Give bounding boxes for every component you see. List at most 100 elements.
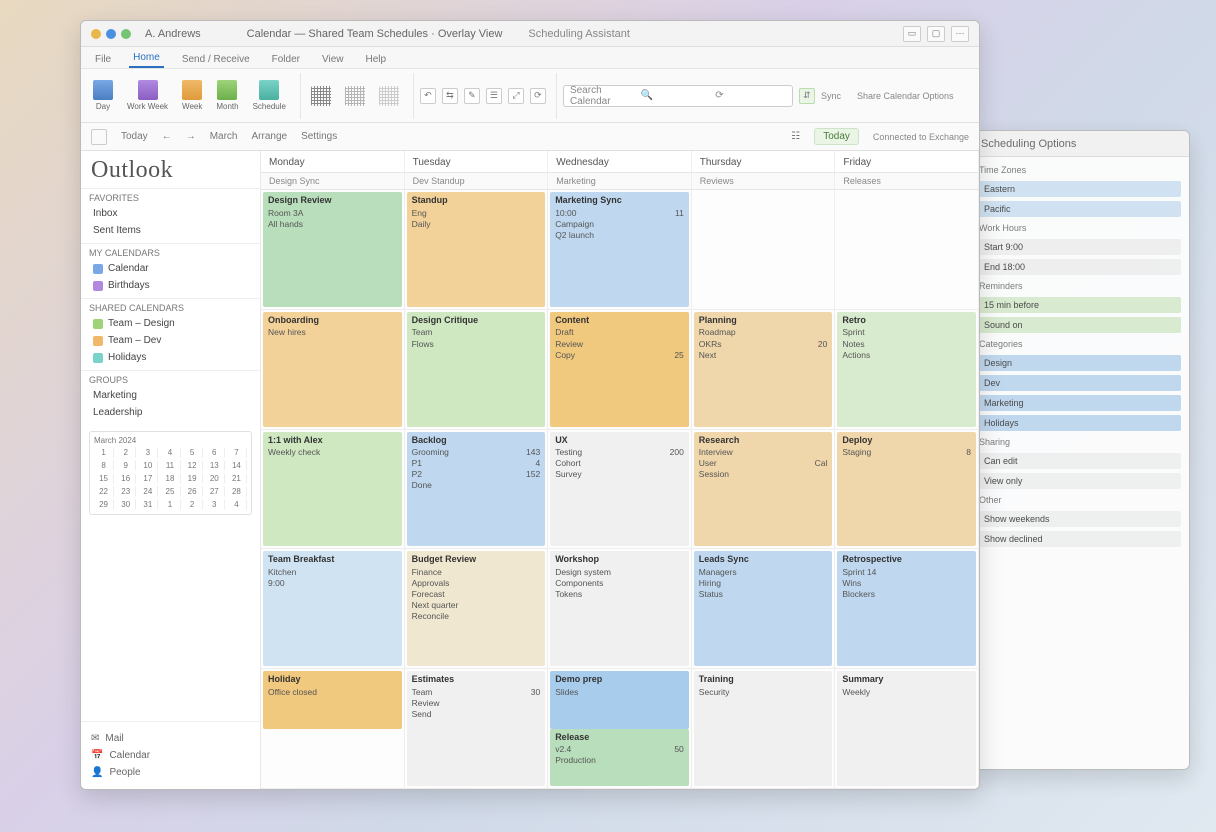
tab-sendrec[interactable]: Send / Receive bbox=[178, 51, 254, 68]
sidebar-item-leadership[interactable]: Leadership bbox=[89, 404, 252, 421]
month-label[interactable]: March bbox=[210, 131, 238, 142]
window-controls[interactable] bbox=[91, 29, 131, 39]
maximize-icon[interactable] bbox=[121, 29, 131, 39]
calendar-event[interactable]: Leads SyncManagersHiringStatus bbox=[694, 551, 833, 666]
calendar-cell[interactable]: 1:1 with AlexWeekly check bbox=[261, 430, 405, 549]
grid-large-button[interactable] bbox=[375, 84, 403, 108]
sidebar-item-team-dev[interactable]: Team – Dev bbox=[89, 332, 252, 349]
calendar-cell[interactable]: DeployStaging8 bbox=[835, 430, 979, 549]
calendar-event[interactable]: Marketing Sync10:0011CampaignQ2 launch bbox=[550, 192, 689, 307]
calendar-event[interactable]: Releasev2.450Production bbox=[550, 729, 689, 786]
sidebar-item-calendar[interactable]: Calendar bbox=[89, 260, 252, 277]
titlebar[interactable]: A. Andrews Calendar — Shared Team Schedu… bbox=[81, 21, 979, 47]
sidebar-item-inbox[interactable]: Inbox bbox=[89, 205, 252, 222]
calendar-event[interactable]: SummaryWeekly bbox=[837, 671, 976, 786]
grid-small-button[interactable] bbox=[307, 84, 335, 108]
calendar-cell[interactable]: Design ReviewRoom 3AAll hands bbox=[261, 190, 405, 309]
view-workweek-button[interactable]: Work Week bbox=[123, 78, 172, 113]
calendar-cell[interactable]: Marketing Sync10:0011CampaignQ2 launch bbox=[548, 190, 692, 309]
calendar-event[interactable]: PlanningRoadmapOKRs20Next bbox=[694, 312, 833, 427]
calendar-event[interactable]: ResearchInterviewUserCalSession bbox=[694, 432, 833, 547]
sidebar-item-sent[interactable]: Sent Items bbox=[89, 222, 252, 239]
calendar-cell[interactable]: EstimatesTeam30ReviewSend bbox=[405, 669, 549, 788]
ribbon-tabs[interactable]: File Home Send / Receive Folder View Hel… bbox=[81, 47, 979, 69]
tab-folder[interactable]: Folder bbox=[268, 51, 304, 68]
col-fri[interactable]: Friday bbox=[835, 151, 979, 172]
share-label[interactable]: Share Calendar Options bbox=[857, 91, 954, 101]
list-icon[interactable]: ☰ bbox=[486, 88, 502, 104]
sync-button[interactable]: ⇵ bbox=[799, 88, 815, 104]
view-month-button[interactable]: Month bbox=[212, 78, 242, 113]
calendar-event[interactable]: RetroSprintNotesActions bbox=[837, 312, 976, 427]
calendar-event[interactable]: BacklogGrooming143P14P2152Done bbox=[407, 432, 546, 547]
sidebar-item-holidays[interactable]: Holidays bbox=[89, 349, 252, 366]
col-thu[interactable]: Thursday bbox=[692, 151, 836, 172]
next-button[interactable]: → bbox=[186, 131, 196, 142]
tab-help[interactable]: Help bbox=[362, 51, 391, 68]
sidebar-item-birthdays[interactable]: Birthdays bbox=[89, 277, 252, 294]
swap-icon[interactable]: ⇆ bbox=[442, 88, 458, 104]
calendar-rows[interactable]: Design ReviewRoom 3AAll handsStandupEngD… bbox=[261, 190, 979, 789]
view-schedule-button[interactable]: Schedule bbox=[249, 78, 290, 113]
calendar-event[interactable]: StandupEngDaily bbox=[407, 192, 546, 307]
calendar-cell[interactable]: RetrospectiveSprint 14WinsBlockers bbox=[835, 549, 979, 668]
window-subtab[interactable]: Scheduling Assistant bbox=[528, 28, 630, 40]
today-button[interactable]: Today bbox=[121, 131, 148, 142]
calendar-cell[interactable]: WorkshopDesign systemComponentsTokens bbox=[548, 549, 692, 668]
calendar-cell[interactable] bbox=[835, 190, 979, 309]
view-day-button[interactable]: Day bbox=[89, 78, 117, 113]
calendar-event[interactable]: DeployStaging8 bbox=[837, 432, 976, 547]
calendar-event[interactable]: Design ReviewRoom 3AAll hands bbox=[263, 192, 402, 307]
tab-file[interactable]: File bbox=[91, 51, 115, 68]
close-icon[interactable] bbox=[91, 29, 101, 39]
calendar-cell[interactable]: Releasev2.450ProductionDemo prepSlides bbox=[548, 669, 692, 788]
calendar-cell[interactable] bbox=[692, 190, 836, 309]
nav-mail[interactable]: ✉Mail bbox=[91, 730, 250, 747]
calendar-cell[interactable]: Team BreakfastKitchen9:00 bbox=[261, 549, 405, 668]
calendar-event[interactable]: EstimatesTeam30ReviewSend bbox=[407, 671, 546, 786]
prev-button[interactable]: ← bbox=[162, 131, 172, 142]
calendar-event[interactable]: WorkshopDesign systemComponentsTokens bbox=[550, 551, 689, 666]
search-input[interactable]: Search Calendar 🔍 ⟳ bbox=[563, 85, 793, 107]
expand-icon[interactable]: ⤢ bbox=[508, 88, 524, 104]
toolbar-cal-icon[interactable] bbox=[91, 129, 107, 145]
calendar-cell[interactable]: TrainingSecurity bbox=[692, 669, 836, 788]
refresh-icon[interactable]: ⟳ bbox=[530, 88, 546, 104]
col-mon[interactable]: Monday bbox=[261, 151, 405, 172]
arrange-button[interactable]: Arrange bbox=[251, 131, 287, 142]
calendar-event[interactable]: ContentDraftReviewCopy25 bbox=[550, 312, 689, 427]
calendar-cell[interactable]: OnboardingNew hires bbox=[261, 310, 405, 429]
calendar-cell[interactable]: StandupEngDaily bbox=[405, 190, 549, 309]
settings-button[interactable]: Settings bbox=[301, 131, 337, 142]
calendar-cell[interactable]: Leads SyncManagersHiringStatus bbox=[692, 549, 836, 668]
calendar-cell[interactable]: ResearchInterviewUserCalSession bbox=[692, 430, 836, 549]
nav-people[interactable]: 👤People bbox=[91, 764, 250, 781]
col-tue[interactable]: Tuesday bbox=[405, 151, 549, 172]
grid-med-button[interactable] bbox=[341, 84, 369, 108]
calendar-cell[interactable]: BacklogGrooming143P14P2152Done bbox=[405, 430, 549, 549]
layout-full-icon[interactable]: ▢ bbox=[927, 26, 945, 42]
calendar-event[interactable]: OnboardingNew hires bbox=[263, 312, 402, 427]
calendar-event[interactable]: Demo prepSlides bbox=[550, 671, 689, 728]
nav-calendar[interactable]: 📅Calendar bbox=[91, 747, 250, 764]
view-week-button[interactable]: Week bbox=[178, 78, 206, 113]
minimize-icon[interactable] bbox=[106, 29, 116, 39]
col-wed[interactable]: Wednesday bbox=[548, 151, 692, 172]
layout-split-icon[interactable]: ▭ bbox=[903, 26, 921, 42]
calendar-cell[interactable]: Design CritiqueTeamFlows bbox=[405, 310, 549, 429]
calendar-event[interactable]: HolidayOffice closed bbox=[263, 671, 402, 728]
calendar-event[interactable]: Team BreakfastKitchen9:00 bbox=[263, 551, 402, 666]
calendar-event[interactable]: TrainingSecurity bbox=[694, 671, 833, 786]
calendar-cell[interactable]: SummaryWeekly bbox=[835, 669, 979, 788]
undo-icon[interactable]: ↶ bbox=[420, 88, 436, 104]
mini-calendar[interactable]: March 2024 12345678910111213141516171819… bbox=[89, 431, 252, 515]
sync-icon[interactable]: ⟳ bbox=[715, 90, 786, 101]
edit-icon[interactable]: ✎ bbox=[464, 88, 480, 104]
more-icon[interactable]: ⋯ bbox=[951, 26, 969, 42]
view-pill[interactable]: Today bbox=[814, 128, 859, 145]
calendar-cell[interactable]: UXTesting200CohortSurvey bbox=[548, 430, 692, 549]
calendar-event[interactable]: UXTesting200CohortSurvey bbox=[550, 432, 689, 547]
calendar-event[interactable]: Budget ReviewFinanceApprovalsForecastNex… bbox=[407, 551, 546, 666]
calendar-cell[interactable]: ContentDraftReviewCopy25 bbox=[548, 310, 692, 429]
calendar-cell[interactable]: Budget ReviewFinanceApprovalsForecastNex… bbox=[405, 549, 549, 668]
